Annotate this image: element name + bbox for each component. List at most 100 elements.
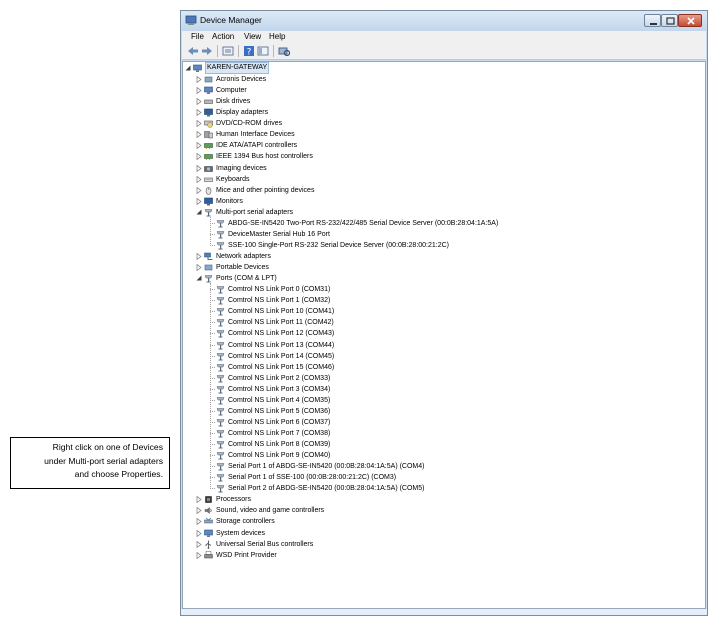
- tree-item-label: Disk drives: [216, 98, 251, 106]
- expand-arrow-icon[interactable]: [196, 496, 202, 504]
- usb-icon: [204, 540, 213, 549]
- tree-connector-line: [210, 399, 215, 401]
- expand-arrow-icon[interactable]: [196, 186, 202, 194]
- port-icon: [216, 473, 225, 482]
- tree-connector-line: [210, 444, 215, 446]
- tree-connector-line: [210, 388, 215, 390]
- storage-icon: [204, 517, 213, 526]
- properties-icon[interactable]: [222, 45, 234, 57]
- menu-bar: File Action View Help: [182, 31, 706, 43]
- menu-action[interactable]: Action: [212, 32, 234, 41]
- printer-icon: [204, 550, 213, 560]
- speaker-icon: [204, 506, 213, 515]
- tree-item-label: Comtrol NS Link Port 12 (COM43): [228, 330, 335, 338]
- expand-arrow-icon[interactable]: [196, 529, 202, 537]
- menu-help[interactable]: Help: [269, 32, 285, 41]
- tree-item-label: Comtrol NS Link Port 14 (COM45): [228, 352, 335, 360]
- computer-icon: [193, 64, 202, 73]
- tree-connector-line: [210, 222, 215, 224]
- tree-connector-line: [210, 322, 215, 324]
- tree-item-label: DVD/CD-ROM drives: [216, 120, 283, 128]
- port-icon: [216, 341, 225, 350]
- port-icon: [216, 285, 225, 294]
- view-icon[interactable]: [257, 45, 269, 57]
- tree-connector-line: [210, 432, 215, 434]
- help-icon[interactable]: ?: [243, 45, 255, 57]
- tree-item-label: Comtrol NS Link Port 1 (COM32): [228, 297, 331, 305]
- tree-item-label: Comtrol NS Link Port 13 (COM44): [228, 341, 335, 349]
- expand-arrow-icon[interactable]: [196, 507, 202, 515]
- expand-arrow-icon[interactable]: [196, 164, 202, 172]
- tree-item-label: Human Interface Devices: [216, 131, 295, 139]
- toolbar-separator: [217, 45, 218, 57]
- device-tree: KAREN-GATEWAY Acronis Devices Computer Disk…: [182, 61, 706, 609]
- forward-icon[interactable]: [201, 45, 213, 57]
- svg-text:?: ?: [247, 48, 252, 58]
- port-icon: [216, 318, 225, 327]
- tree-item-label: Network adapters: [216, 253, 271, 261]
- port-icon: [216, 296, 225, 305]
- tree-item-label: IEEE 1394 Bus host controllers: [216, 153, 313, 161]
- tree-connector-line: [210, 244, 215, 246]
- expand-arrow-icon[interactable]: [196, 551, 202, 559]
- tree-item-label: Monitors: [216, 197, 243, 205]
- expand-arrow-icon[interactable]: [196, 108, 202, 117]
- port-icon: [216, 363, 225, 372]
- collapse-arrow-icon[interactable]: [196, 275, 202, 282]
- port-icon: [216, 396, 225, 405]
- expand-arrow-icon[interactable]: [196, 252, 202, 261]
- port-icon: [216, 374, 225, 383]
- expand-arrow-icon[interactable]: [196, 153, 202, 161]
- computer-icon: [204, 529, 213, 538]
- back-icon[interactable]: [187, 45, 199, 57]
- tree-connector-line: [210, 410, 215, 412]
- expand-arrow-icon[interactable]: [196, 131, 202, 139]
- tree-item-label: Acronis Devices: [216, 76, 267, 84]
- tree-item-label: Imaging devices: [216, 164, 267, 172]
- maximize-button[interactable]: [661, 14, 678, 27]
- callout-line-2: under Multi-port serial adapters: [44, 455, 163, 466]
- minimize-button[interactable]: [644, 14, 661, 27]
- scan-hardware-icon[interactable]: [278, 45, 290, 57]
- camera-icon: [204, 164, 213, 173]
- expand-arrow-icon[interactable]: [196, 197, 202, 206]
- maximize-icon: [666, 17, 675, 25]
- collapse-arrow-icon[interactable]: [185, 65, 191, 72]
- tree-item-label: Comtrol NS Link Port 6 (COM37): [228, 418, 331, 426]
- tree-connector-line: [210, 216, 211, 246]
- menu-view[interactable]: View: [244, 32, 261, 41]
- collapse-arrow-icon[interactable]: [196, 209, 202, 216]
- expand-arrow-icon[interactable]: [196, 75, 202, 84]
- expand-arrow-icon[interactable]: [196, 97, 202, 106]
- port-icon: [216, 451, 225, 460]
- keyboard-icon: [204, 175, 213, 184]
- port-icon: [216, 307, 225, 316]
- tree-connector-line: [210, 377, 215, 379]
- toolbar-separator: [238, 45, 239, 57]
- menu-file[interactable]: File: [191, 32, 204, 41]
- expand-arrow-icon[interactable]: [196, 119, 202, 128]
- expand-arrow-icon[interactable]: [196, 540, 202, 548]
- expand-arrow-icon[interactable]: [196, 142, 202, 150]
- tree-item-label: Comtrol NS Link Port 5 (COM36): [228, 407, 331, 415]
- expand-arrow-icon[interactable]: [196, 86, 202, 95]
- status-bar: [181, 609, 707, 615]
- tree-item-label: SSE-100 Single-Port RS-232 Serial Device…: [228, 241, 449, 249]
- tree-item-label: Storage controllers: [216, 518, 275, 526]
- expand-arrow-icon[interactable]: [196, 175, 202, 183]
- expand-arrow-icon[interactable]: [196, 263, 202, 272]
- close-button[interactable]: [678, 14, 702, 27]
- expand-arrow-icon[interactable]: [196, 518, 202, 526]
- tree-connector-line: [210, 289, 215, 291]
- device-icon: [204, 75, 213, 84]
- callout-line-3: and choose Properties.: [74, 469, 163, 479]
- minimize-icon: [650, 23, 657, 25]
- tree-item-label: Comtrol NS Link Port 11 (COM42): [228, 319, 334, 327]
- port-icon: [216, 329, 225, 338]
- tree-item-label: Comtrol NS Link Port 9 (COM40): [228, 452, 331, 460]
- tree-item-label: Multi-port serial adapters: [216, 208, 294, 216]
- callout-line-1: Right click on one of Devices: [52, 442, 163, 452]
- title-bar[interactable]: Device Manager: [181, 11, 707, 31]
- tree-connector-line: [210, 344, 215, 346]
- tree-item-label: Comtrol NS Link Port 0 (COM31): [228, 286, 331, 294]
